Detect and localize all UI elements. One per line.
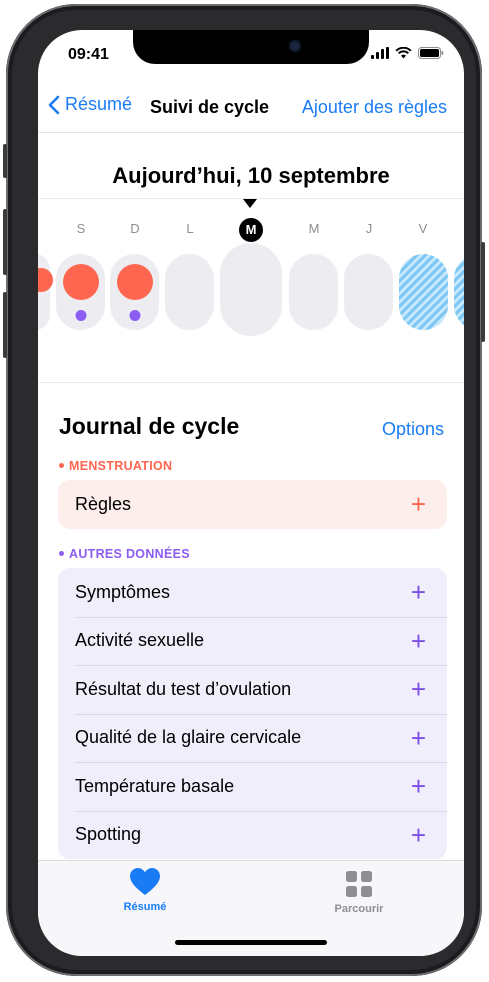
weekday-label: D bbox=[130, 221, 140, 236]
weekday-label: V bbox=[418, 221, 428, 236]
status-time: 09:41 bbox=[68, 46, 109, 63]
day-cell-sunday[interactable] bbox=[110, 254, 159, 330]
signal-icon bbox=[371, 47, 389, 59]
weekday-label: J bbox=[365, 221, 373, 236]
phone-frame: 09:41 Résumé Suivi de cycle Ajouter des … bbox=[3, 4, 485, 976]
other-data-label-text: AUTRES DONNÉES bbox=[69, 547, 190, 561]
list-item-label: Résultat du test d’ovulation bbox=[75, 678, 292, 699]
home-indicator[interactable] bbox=[175, 940, 327, 945]
dot-icon bbox=[59, 463, 64, 469]
screen: 09:41 Résumé Suivi de cycle Ajouter des … bbox=[38, 30, 464, 956]
plus-icon[interactable]: + bbox=[411, 579, 426, 605]
weekday-label: L bbox=[186, 221, 194, 236]
list-item-activite-sexuelle[interactable]: Activité sexuelle + bbox=[58, 616, 447, 666]
grid-icon bbox=[346, 871, 372, 897]
add-period-button[interactable]: Ajouter des règles bbox=[302, 97, 447, 118]
menstruation-card: Règles + bbox=[58, 480, 447, 529]
list-item-label: Règles bbox=[75, 493, 132, 514]
menstruation-label: MENSTRUATION bbox=[59, 459, 172, 473]
list-item-label: Activité sexuelle bbox=[75, 630, 205, 651]
other-data-dot-icon bbox=[129, 310, 140, 321]
day-cell-today[interactable] bbox=[220, 243, 282, 336]
day-cell-friday-predicted[interactable] bbox=[399, 254, 448, 330]
day-cell-thursday[interactable] bbox=[344, 254, 393, 330]
plus-icon[interactable]: + bbox=[411, 676, 426, 702]
list-item-label: Température basale bbox=[75, 775, 235, 796]
tab-resume[interactable]: Résumé bbox=[90, 867, 200, 913]
other-data-dot-icon bbox=[75, 310, 86, 321]
list-item-regles[interactable]: Règles + bbox=[58, 480, 447, 529]
plus-icon[interactable]: + bbox=[411, 491, 426, 517]
list-item-test-ovulation[interactable]: Résultat du test d’ovulation + bbox=[58, 665, 447, 714]
other-data-label: AUTRES DONNÉES bbox=[59, 547, 190, 561]
list-item-symptomes[interactable]: Symptômes + bbox=[58, 568, 447, 617]
heart-icon bbox=[130, 868, 160, 895]
status-bar: 09:41 bbox=[38, 44, 464, 66]
tab-label: Résumé bbox=[123, 901, 167, 913]
menstruation-label-text: MENSTRUATION bbox=[69, 459, 173, 473]
power-button bbox=[481, 242, 485, 342]
battery-icon bbox=[418, 47, 444, 59]
day-cell-partial-predicted[interactable] bbox=[454, 254, 464, 330]
navigation-bar: Résumé Suivi de cycle Ajouter des règles bbox=[38, 88, 464, 128]
weekday-label: M bbox=[308, 221, 320, 236]
journal-title: Journal de cycle bbox=[59, 413, 240, 439]
period-flow-icon bbox=[62, 264, 99, 300]
date-heading: Aujourd’hui, 10 septembre bbox=[112, 163, 390, 188]
options-button[interactable]: Options bbox=[382, 419, 444, 440]
tab-label: Parcourir bbox=[334, 903, 384, 915]
list-item-label: Symptômes bbox=[75, 581, 171, 602]
plus-icon[interactable]: + bbox=[411, 725, 426, 751]
chevron-left-icon bbox=[48, 95, 60, 114]
plus-icon[interactable]: + bbox=[411, 773, 426, 799]
list-item-temperature-basale[interactable]: Température basale + bbox=[58, 762, 447, 811]
divider bbox=[38, 382, 464, 383]
dot-icon bbox=[59, 551, 64, 557]
back-label: Résumé bbox=[65, 94, 133, 114]
tab-parcourir[interactable]: Parcourir bbox=[304, 867, 414, 915]
mute-switch bbox=[3, 144, 7, 178]
list-item-label: Qualité de la glaire cervicale bbox=[75, 727, 302, 748]
other-data-card: Symptômes + Activité sexuelle + Résultat… bbox=[58, 568, 447, 859]
list-item-glaire-cervicale[interactable]: Qualité de la glaire cervicale + bbox=[58, 713, 447, 763]
period-flow-icon bbox=[116, 264, 153, 300]
day-cell-saturday[interactable] bbox=[56, 254, 105, 330]
period-flow-icon bbox=[38, 268, 53, 292]
list-item-spotting[interactable]: Spotting + bbox=[58, 810, 447, 860]
divider bbox=[38, 132, 464, 133]
weekday-label: S bbox=[76, 221, 86, 236]
wifi-icon bbox=[395, 47, 412, 59]
list-item-label: Spotting bbox=[75, 824, 142, 845]
back-button[interactable]: Résumé bbox=[48, 94, 132, 115]
status-icons bbox=[371, 47, 444, 59]
day-cell-wednesday[interactable] bbox=[289, 254, 338, 330]
page-title: Suivi de cycle bbox=[150, 97, 270, 117]
day-cell-monday[interactable] bbox=[165, 254, 214, 330]
plus-icon[interactable]: + bbox=[411, 822, 426, 848]
plus-icon[interactable]: + bbox=[411, 628, 426, 654]
volume-down-button bbox=[3, 292, 7, 358]
weekday-label-today[interactable]: M bbox=[239, 218, 263, 242]
day-cell-partial[interactable] bbox=[38, 254, 53, 330]
today-pointer-icon bbox=[243, 199, 257, 208]
volume-up-button bbox=[3, 209, 7, 275]
